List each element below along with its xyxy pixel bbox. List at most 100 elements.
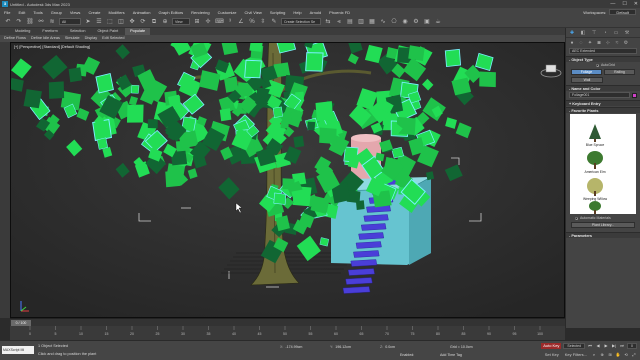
maximize-icon[interactable]: ☐ (622, 0, 626, 8)
coord-y[interactable]: Y: 196.12cm (330, 345, 351, 349)
curve-editor-icon[interactable]: ∿ (379, 18, 387, 26)
align-icon[interactable]: ⫷ (335, 18, 343, 26)
ribbon-define-flows[interactable]: Define Flows (4, 35, 26, 42)
move-icon[interactable]: ✥ (128, 18, 136, 26)
zoom-extents-icon[interactable]: ⊞ (607, 352, 613, 358)
set-key-button[interactable]: Set Key (543, 352, 561, 358)
create-tab-icon[interactable]: ✚ (569, 30, 575, 36)
pan-icon[interactable]: ✋ (615, 352, 621, 358)
percent-snap-icon[interactable]: % (248, 18, 256, 26)
menu-scripting[interactable]: Scripting (270, 10, 286, 15)
helpers-icon[interactable]: ⊹ (605, 40, 611, 46)
viewport-layout-tab-bar[interactable] (0, 42, 10, 318)
zoom-all-icon[interactable]: ⊕ (599, 352, 605, 358)
selection-filter-dropdown[interactable]: All (59, 18, 81, 25)
motion-tab-icon[interactable]: ◔ (602, 30, 608, 36)
menu-tools[interactable]: Tools (33, 10, 42, 15)
menu-rendering[interactable]: Rendering (191, 10, 209, 15)
utilities-tab-icon[interactable]: ⚒ (624, 30, 630, 36)
ribbon-display[interactable]: Display (85, 35, 97, 42)
key-filter-dropdown[interactable]: Selected (563, 343, 586, 349)
object-color-swatch[interactable] (632, 92, 637, 98)
display-tab-icon[interactable]: ▭ (613, 30, 619, 36)
rectangular-selection-icon[interactable]: ⬚ (106, 18, 114, 26)
minimize-icon[interactable]: — (610, 0, 615, 8)
foliage-button[interactable]: Foliage (571, 69, 602, 75)
link-icon[interactable]: ⛓ (26, 18, 34, 26)
select-manipulate-icon[interactable]: ✢ (204, 18, 212, 26)
menu-arnold[interactable]: Arnold (310, 10, 322, 15)
ribbon-tab-freeform[interactable]: Freeform (37, 28, 62, 35)
play-icon[interactable]: ▶ (603, 343, 609, 349)
named-selection-dropdown[interactable]: Create Selection Se (281, 18, 321, 25)
rendered-frame-window-icon[interactable]: ▣ (423, 18, 431, 26)
shapes-icon[interactable]: ◌ (578, 40, 584, 46)
coord-z[interactable]: Z: 0.0cm (380, 345, 395, 349)
menu-customize[interactable]: Customize (218, 10, 237, 15)
ribbon-tab-modeling[interactable]: Modeling (10, 28, 35, 35)
lights-icon[interactable]: ✦ (587, 40, 593, 46)
wall-button[interactable]: Wall (571, 77, 603, 83)
track-bar[interactable]: 0 5 10 15 20 25 30 35 40 45 50 55 60 65 70 75 80 85 90 95 10… (10, 326, 565, 340)
menu-group[interactable]: Group (51, 10, 62, 15)
schematic-view-icon[interactable]: ⎔ (390, 18, 398, 26)
angle-snap-icon[interactable]: ∠ (237, 18, 245, 26)
menu-views[interactable]: Views (70, 10, 81, 15)
automatic-materials-checkbox[interactable]: ✓ (575, 216, 579, 220)
menu-graph-editors[interactable]: Graph Editors (158, 10, 183, 15)
object-name-field[interactable]: Foliage001 (569, 92, 630, 98)
unlink-icon[interactable]: ⚯ (37, 18, 45, 26)
rotate-icon[interactable]: ⟳ (139, 18, 147, 26)
material-editor-icon[interactable]: ◉ (401, 18, 409, 26)
modify-tab-icon[interactable]: ◧ (580, 30, 586, 36)
menu-help[interactable]: Help (293, 10, 301, 15)
workspaces-dropdown[interactable]: Default (609, 9, 636, 15)
menu-phoenix-fd[interactable]: Phoenix FD (329, 10, 350, 15)
edit-named-selection-icon[interactable]: ✎ (270, 18, 278, 26)
prev-frame-icon[interactable]: ◀ (595, 343, 601, 349)
maxscript-listener[interactable]: MAXScript Mi (2, 346, 34, 354)
spinner-snap-icon[interactable]: ⇳ (259, 18, 267, 26)
maximize-viewport-icon[interactable]: ⤢ (631, 352, 637, 358)
toggle-scene-explorer-icon[interactable]: ▤ (346, 18, 354, 26)
viewport-scene[interactable] (11, 43, 565, 318)
close-icon[interactable]: ✕ (634, 0, 638, 8)
auto-key-button[interactable]: Auto Key (541, 343, 562, 349)
menu-edit[interactable]: Edit (18, 10, 25, 15)
systems-icon[interactable]: ⚙ (623, 40, 629, 46)
coord-x[interactable]: X: -174.99cm (280, 345, 302, 349)
favorite-plants-rollout[interactable]: - Favorite Plants (566, 107, 640, 113)
ribbon-tab-selection[interactable]: Selection (65, 28, 91, 35)
menu-create[interactable]: Create (88, 10, 100, 15)
ribbon-tab-object-paint[interactable]: Object Paint (92, 28, 123, 35)
time-slider[interactable]: 0 / 100 (10, 318, 565, 326)
place-icon[interactable]: ⊕ (161, 18, 169, 26)
object-category-dropdown[interactable]: AEC Extended (569, 48, 637, 54)
menu-civil-view[interactable]: Civil View (245, 10, 262, 15)
viewport-label[interactable]: [+] [Perspective] [Standard] [Default Sh… (14, 45, 90, 49)
window-crossing-icon[interactable]: ◫ (117, 18, 125, 26)
snaps-toggle-icon[interactable]: ³ (226, 18, 234, 26)
perspective-viewport[interactable]: [+] [Perspective] [Standard] [Default Sh… (10, 42, 565, 318)
zoom-icon[interactable]: ⌕ (591, 352, 597, 358)
current-frame-field[interactable]: 0 (627, 343, 637, 349)
mirror-icon[interactable]: ⇆ (324, 18, 332, 26)
key-filters-button[interactable]: Key Filters... (563, 352, 589, 358)
pivot-icon[interactable]: ⊞ (193, 18, 201, 26)
render-production-icon[interactable]: ☕ (434, 18, 442, 26)
ribbon-edit-selected[interactable]: Edit Selected (102, 35, 124, 42)
scale-icon[interactable]: ⧉ (150, 18, 158, 26)
keyboard-entry-rollout[interactable]: + Keyboard Entry (566, 100, 640, 106)
reference-coord-dropdown[interactable]: View (172, 18, 190, 25)
orbit-icon[interactable]: ⟲ (623, 352, 629, 358)
keyboard-shortcut-icon[interactable]: ⌨ (215, 18, 224, 26)
select-by-name-icon[interactable]: ☰ (95, 18, 103, 26)
select-object-icon[interactable]: ➤ (84, 18, 92, 26)
plant-list[interactable]: Blue Spruce American Elm Weeping Willow (570, 114, 636, 214)
redo-icon[interactable]: ↷ (15, 18, 23, 26)
parameters-rollout[interactable]: - Parameters (566, 232, 640, 238)
plant-item-next[interactable] (570, 194, 620, 214)
cameras-icon[interactable]: ◙ (596, 40, 602, 46)
render-setup-icon[interactable]: ⚙ (412, 18, 420, 26)
ribbon-tab-populate[interactable]: Populate (125, 28, 151, 35)
